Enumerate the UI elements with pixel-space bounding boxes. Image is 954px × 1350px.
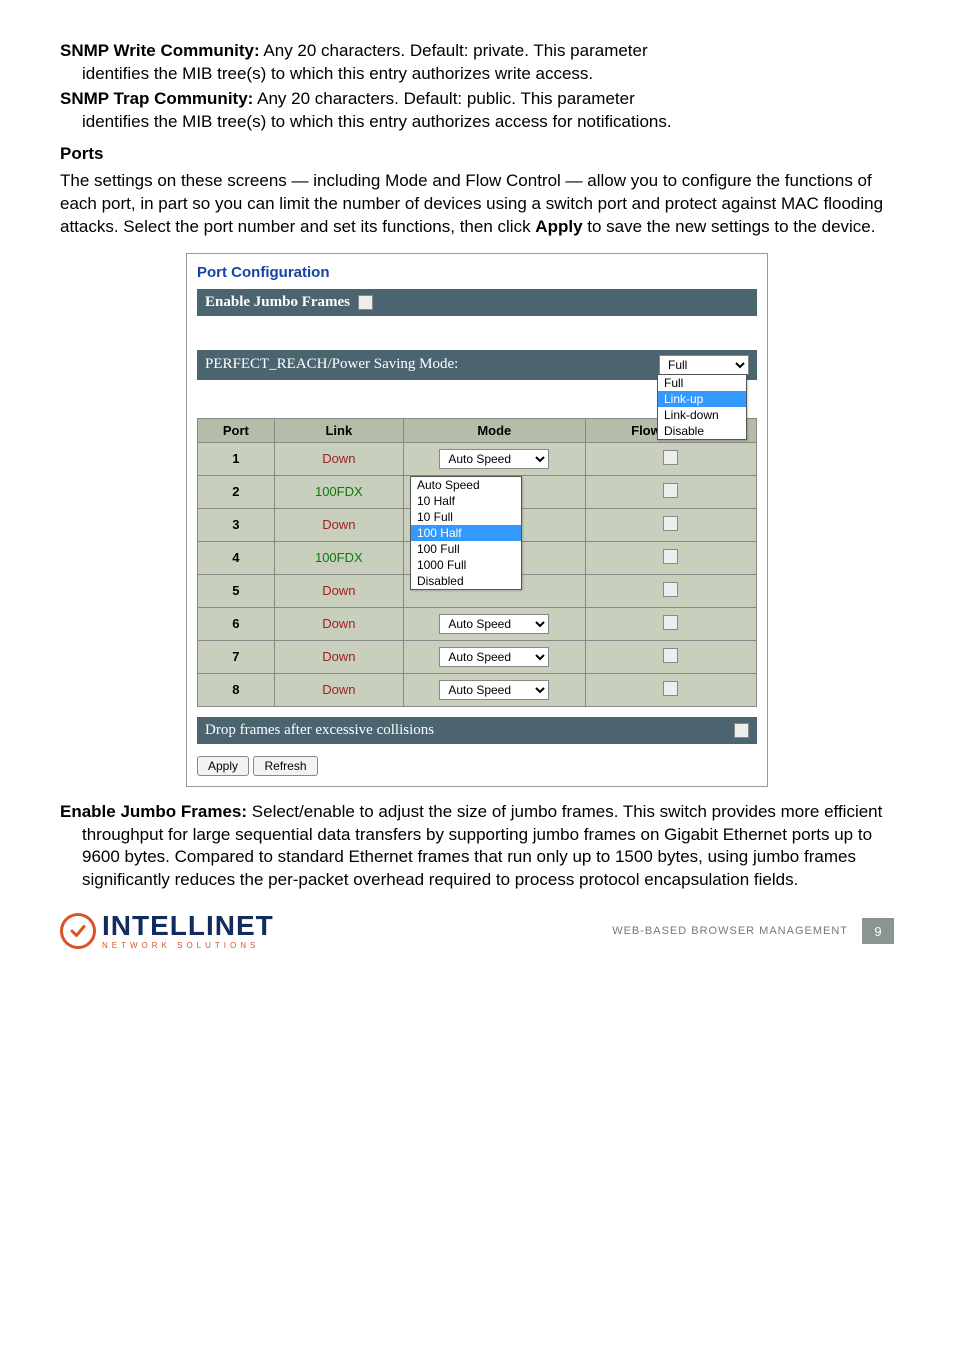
port-cell: 5 bbox=[198, 574, 275, 607]
brand-logo: INTELLINET NETWORK SOLUTIONS bbox=[60, 912, 274, 950]
flow-control-checkbox[interactable] bbox=[663, 450, 678, 465]
table-row: 6Down Auto Speed bbox=[198, 607, 757, 640]
ports-description: The settings on these screens — includin… bbox=[60, 170, 894, 239]
power-saving-mode-label: PERFECT_REACH/Power Saving Mode: bbox=[205, 356, 458, 373]
link-cell: 100FDX bbox=[274, 541, 403, 574]
flow-control-checkbox[interactable] bbox=[663, 483, 678, 498]
page-number: 9 bbox=[862, 918, 894, 944]
mode-option[interactable]: Disabled bbox=[411, 573, 521, 589]
check-icon bbox=[60, 913, 96, 949]
dropdown-option[interactable]: Link-down bbox=[658, 407, 746, 423]
port-cell: 8 bbox=[198, 673, 275, 706]
footer-label: WEB-BASED BROWSER MANAGEMENT bbox=[612, 925, 848, 937]
port-cell: 1 bbox=[198, 442, 275, 475]
mode-option[interactable]: 100 Full bbox=[411, 541, 521, 557]
table-row: 2100FDXAuto Speed10 Half10 Full100 Half1… bbox=[198, 475, 757, 508]
power-saving-mode-select[interactable]: Full bbox=[659, 355, 749, 375]
dropdown-option[interactable]: Disable bbox=[658, 423, 746, 439]
enable-jumbo-frames-row: Enable Jumbo Frames bbox=[197, 289, 757, 316]
mode-option[interactable]: 100 Half bbox=[411, 525, 521, 541]
brand-tagline: NETWORK SOLUTIONS bbox=[102, 942, 274, 950]
mode-cell: Auto Speed bbox=[403, 607, 585, 640]
flow-control-checkbox[interactable] bbox=[663, 549, 678, 564]
panel-title: Port Configuration bbox=[197, 264, 757, 281]
link-cell: Down bbox=[274, 574, 403, 607]
flow-control-cell bbox=[585, 640, 756, 673]
mode-option[interactable]: 10 Half bbox=[411, 493, 521, 509]
mode-cell: Auto Speed bbox=[403, 442, 585, 475]
ports-heading: Ports bbox=[60, 144, 894, 164]
port-cell: 4 bbox=[198, 541, 275, 574]
link-cell: Down bbox=[274, 673, 403, 706]
snmp-trap-paragraph: SNMP Trap Community: Any 20 characters. … bbox=[60, 88, 894, 134]
snmp-write-paragraph: SNMP Write Community: Any 20 characters.… bbox=[60, 40, 894, 86]
mode-option[interactable]: 10 Full bbox=[411, 509, 521, 525]
col-mode: Mode bbox=[403, 418, 585, 442]
table-row: 8Down Auto Speed bbox=[198, 673, 757, 706]
dropdown-option[interactable]: Full bbox=[658, 375, 746, 391]
drop-frames-row: Drop frames after excessive collisions bbox=[197, 717, 757, 744]
brand-name: INTELLINET bbox=[102, 912, 274, 940]
port-cell: 7 bbox=[198, 640, 275, 673]
link-cell: Down bbox=[274, 607, 403, 640]
mode-option[interactable]: Auto Speed bbox=[411, 477, 521, 493]
refresh-button[interactable]: Refresh bbox=[253, 756, 317, 776]
snmp-trap-label: SNMP Trap Community: bbox=[60, 89, 253, 108]
port-cell: 3 bbox=[198, 508, 275, 541]
apply-button[interactable]: Apply bbox=[197, 756, 249, 776]
mode-select[interactable]: Auto Speed bbox=[439, 680, 549, 700]
snmp-write-label: SNMP Write Community: bbox=[60, 41, 260, 60]
mode-select[interactable]: Auto Speed bbox=[439, 449, 549, 469]
mode-dropdown-open[interactable]: Auto Speed10 Half10 Full100 Half100 Full… bbox=[410, 476, 522, 590]
drop-frames-label: Drop frames after excessive collisions bbox=[205, 722, 434, 739]
flow-control-cell bbox=[585, 442, 756, 475]
port-cell: 6 bbox=[198, 607, 275, 640]
flow-control-cell bbox=[585, 607, 756, 640]
mode-option[interactable]: 1000 Full bbox=[411, 557, 521, 573]
port-configuration-panel: Port Configuration Enable Jumbo Frames P… bbox=[186, 253, 768, 787]
dropdown-option[interactable]: Link-up bbox=[658, 391, 746, 407]
flow-control-checkbox[interactable] bbox=[663, 648, 678, 663]
mode-cell: Auto Speed bbox=[403, 673, 585, 706]
flow-control-cell bbox=[585, 673, 756, 706]
col-link: Link bbox=[274, 418, 403, 442]
link-cell: Down bbox=[274, 640, 403, 673]
flow-control-cell bbox=[585, 475, 756, 508]
link-cell: Down bbox=[274, 442, 403, 475]
power-saving-mode-dropdown[interactable]: Full Link-up Link-down Disable bbox=[657, 374, 747, 440]
flow-control-checkbox[interactable] bbox=[663, 681, 678, 696]
enable-jumbo-frames-paragraph: Enable Jumbo Frames: Select/enable to ad… bbox=[60, 801, 894, 893]
col-port: Port bbox=[198, 418, 275, 442]
mode-select[interactable]: Auto Speed bbox=[439, 647, 549, 667]
table-row: 7Down Auto Speed bbox=[198, 640, 757, 673]
link-cell: Down bbox=[274, 508, 403, 541]
enable-jumbo-frames-checkbox[interactable] bbox=[358, 295, 373, 310]
flow-control-cell bbox=[585, 574, 756, 607]
table-row: 1Down Auto Speed bbox=[198, 442, 757, 475]
drop-frames-checkbox[interactable] bbox=[734, 723, 749, 738]
mode-cell: Auto Speed10 Half10 Full100 Half100 Full… bbox=[403, 475, 585, 508]
page-footer: INTELLINET NETWORK SOLUTIONS WEB-BASED B… bbox=[60, 912, 894, 950]
flow-control-cell bbox=[585, 508, 756, 541]
mode-cell: Auto Speed bbox=[403, 640, 585, 673]
flow-control-checkbox[interactable] bbox=[663, 516, 678, 531]
port-config-table: Port Link Mode Flow Control 1DownAuto Sp… bbox=[197, 418, 757, 707]
flow-control-checkbox[interactable] bbox=[663, 582, 678, 597]
port-cell: 2 bbox=[198, 475, 275, 508]
enable-jumbo-frames-label: Enable Jumbo Frames bbox=[205, 294, 350, 311]
flow-control-cell bbox=[585, 541, 756, 574]
mode-select[interactable]: Auto Speed bbox=[439, 614, 549, 634]
ejf-para-label: Enable Jumbo Frames: bbox=[60, 802, 247, 821]
link-cell: 100FDX bbox=[274, 475, 403, 508]
flow-control-checkbox[interactable] bbox=[663, 615, 678, 630]
